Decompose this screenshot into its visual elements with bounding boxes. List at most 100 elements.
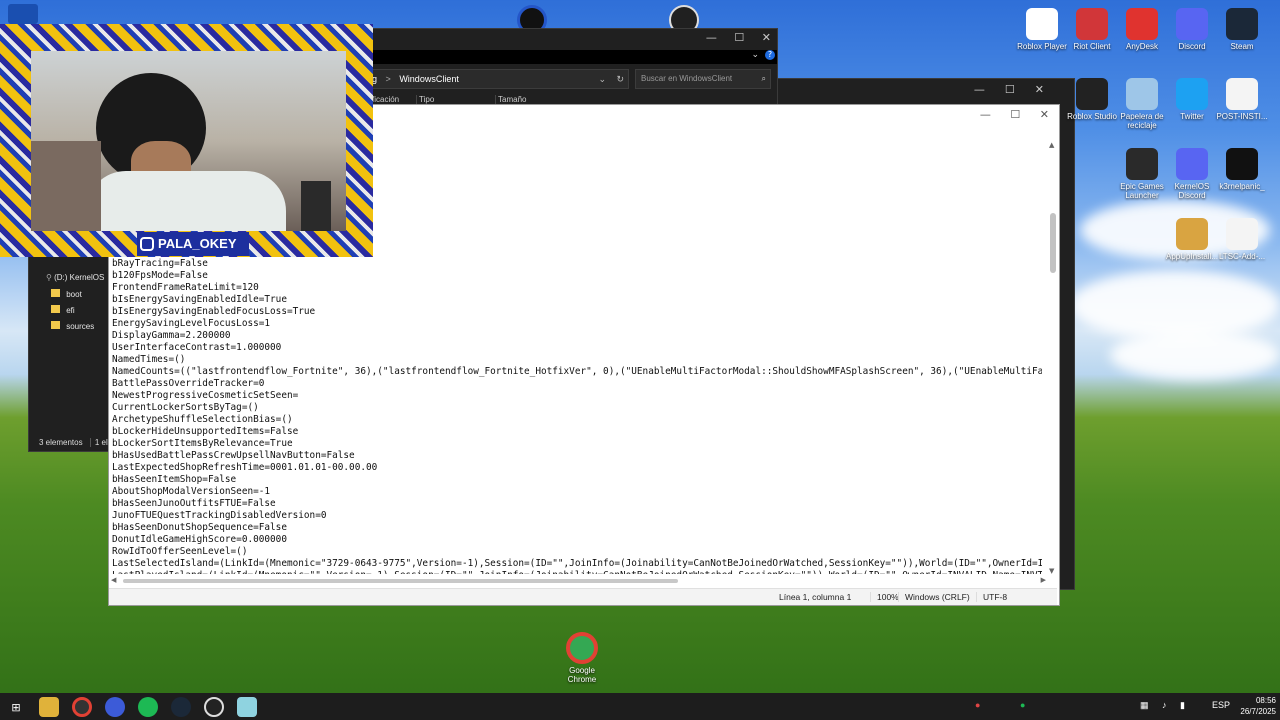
spotify-tray-icon[interactable]: ● bbox=[1020, 700, 1025, 710]
clock-date: 26/7/2025 bbox=[1240, 707, 1276, 716]
sidebar-item-label: sources bbox=[66, 322, 95, 331]
refresh-icon[interactable]: ↻ bbox=[616, 70, 624, 88]
app-shortcut-icon[interactable] bbox=[8, 4, 38, 24]
encoding[interactable]: UTF-8 bbox=[976, 592, 1007, 602]
desktop-icon[interactable]: Twitter bbox=[1164, 78, 1220, 121]
notepad-window-controls[interactable]: — ☐ ✕ bbox=[980, 108, 1049, 121]
desktop-icon-label: Discord bbox=[1178, 42, 1206, 51]
text-line: bLockerHideUnsupportedItems=False bbox=[112, 426, 299, 437]
text-line: bIsEnergySavingEnabledFocusLoss=True bbox=[112, 306, 316, 317]
desktop-icon[interactable]: Roblox Player bbox=[1014, 8, 1070, 51]
explorer-window-controls[interactable]: — ☐ ✕ bbox=[706, 31, 771, 44]
desktop-icon[interactable]: k3rnelpanic_ bbox=[1214, 148, 1270, 191]
roblox-icon bbox=[1026, 8, 1058, 40]
window-controls[interactable]: —☐✕ bbox=[974, 83, 1064, 96]
chevron-down-icon[interactable]: ⌄ bbox=[598, 70, 606, 88]
desktop-icon[interactable]: Discord bbox=[1164, 8, 1220, 51]
scroll-right-icon[interactable]: ▶ bbox=[1041, 576, 1046, 584]
tiktok-icon bbox=[1226, 148, 1258, 180]
column-header[interactable]: ficación bbox=[372, 95, 399, 104]
desktop-icon[interactable]: Roblox Studio bbox=[1064, 78, 1120, 121]
chevron-down-icon[interactable]: ⌄ bbox=[751, 50, 759, 60]
scroll-down-icon[interactable]: ▼ bbox=[1049, 567, 1054, 575]
notepad-icon[interactable] bbox=[237, 697, 257, 717]
close-button[interactable]: ✕ bbox=[1040, 108, 1049, 121]
scroll-up-icon[interactable]: ▲ bbox=[1049, 141, 1054, 149]
scroll-left-icon[interactable]: ◀ bbox=[111, 576, 116, 584]
steam-icon[interactable] bbox=[171, 697, 191, 717]
microphone-icon[interactable]: ● bbox=[975, 700, 980, 710]
desktop-icon[interactable]: Papelera de reciclaje bbox=[1114, 78, 1170, 130]
battery-icon[interactable]: ▮ bbox=[1180, 700, 1185, 711]
network-icon[interactable]: ▦ bbox=[1140, 700, 1149, 711]
sidebar-item-drive-d[interactable]: ⚲ (D:) KernelOS bbox=[46, 273, 104, 282]
desktop-icon-label: POST-INSTI... bbox=[1216, 112, 1268, 121]
text-line: LastExpectedShopRefreshTime=0001.01.01-0… bbox=[112, 462, 378, 473]
desktop-icon[interactable]: AnyDesk bbox=[1114, 8, 1170, 51]
desktop-icon[interactable]: Steam bbox=[1214, 8, 1270, 51]
breadcrumb[interactable]: WindowsClient bbox=[399, 74, 459, 84]
search-icon[interactable]: ⌕ bbox=[762, 70, 766, 88]
text-line: bLockerSortItemsByRelevance=True bbox=[112, 438, 293, 449]
desktop-icon[interactable]: AppUpInstall... bbox=[1164, 218, 1220, 261]
address-bar[interactable]: g > WindowsClient ⌄ ↻ bbox=[369, 69, 629, 89]
text-line: EnergySavingLevelFocusLoss=1 bbox=[112, 318, 271, 329]
sidebar-item-sources[interactable]: sources bbox=[51, 321, 94, 331]
sidebar-item-boot[interactable]: boot bbox=[51, 289, 82, 299]
zoom-level[interactable]: 100% bbox=[870, 592, 899, 602]
close-button[interactable]: ✕ bbox=[762, 31, 771, 44]
search-input[interactable]: Buscar en WindowsClient ⌕ bbox=[635, 69, 771, 89]
windows-start-icon[interactable]: ⊞ bbox=[6, 697, 26, 717]
twitter-icon bbox=[1176, 78, 1208, 110]
file-icon bbox=[1226, 218, 1258, 250]
drive-icon: ⚲ bbox=[46, 273, 52, 282]
desktop-icon[interactable]: Google Chrome bbox=[554, 632, 610, 684]
spotify-icon[interactable] bbox=[138, 697, 158, 717]
horizontal-scrollbar[interactable]: ◀ ▶ bbox=[111, 576, 1046, 585]
scrollbar-thumb[interactable] bbox=[1050, 213, 1056, 273]
maximize-button[interactable]: ☐ bbox=[1010, 108, 1020, 121]
text-line: bHasSeenDonutShopSequence=False bbox=[112, 522, 287, 533]
desktop-icon[interactable]: LTSC-Add-... bbox=[1214, 218, 1270, 261]
discord-icon bbox=[1176, 8, 1208, 40]
file-explorer-icon[interactable] bbox=[39, 697, 59, 717]
riot-icon bbox=[1076, 8, 1108, 40]
column-header[interactable]: Tipo bbox=[416, 95, 434, 104]
social-handle: PALA_OKEY bbox=[137, 232, 249, 256]
sidebar-item-efi[interactable]: efi bbox=[51, 305, 75, 315]
line-ending[interactable]: Windows (CRLF) bbox=[898, 592, 970, 602]
help-icon[interactable]: ? bbox=[765, 50, 775, 60]
clock[interactable]: 08:56 26/7/2025 bbox=[1232, 695, 1276, 717]
obs-icon[interactable] bbox=[204, 697, 224, 717]
text-line: bHasSeenItemShop=False bbox=[112, 474, 237, 485]
item-count: 3 elementos bbox=[39, 438, 83, 447]
desktop-icon-label: k3rnelpanic_ bbox=[1219, 182, 1265, 191]
minimize-button[interactable]: — bbox=[980, 108, 991, 121]
desktop-icon[interactable]: KernelOS Discord bbox=[1164, 148, 1220, 200]
desktop-icon-label: Papelera de reciclaje bbox=[1120, 112, 1164, 130]
text-editor[interactable]: bRayTracing=False b120FpsMode=False Fronte… bbox=[112, 258, 1042, 574]
minimize-button[interactable]: — bbox=[706, 31, 717, 44]
desktop-icon-label: Steam bbox=[1230, 42, 1254, 51]
text-line: bHasUsedBattlePassCrewUpsellNavButton=Fa… bbox=[112, 450, 355, 461]
volume-icon[interactable]: ♪ bbox=[1162, 700, 1167, 710]
desktop-icon-label: Epic Games Launcher bbox=[1120, 182, 1164, 200]
text-line: NamedTimes=() bbox=[112, 354, 186, 365]
sidebar-item-label: boot bbox=[66, 290, 82, 299]
desktop-icon[interactable]: Epic Games Launcher bbox=[1114, 148, 1170, 200]
sidebar-item-label: (D:) KernelOS bbox=[54, 273, 105, 282]
desktop-icon[interactable]: POST-INSTI... bbox=[1214, 78, 1270, 121]
chrome-icon[interactable] bbox=[72, 697, 92, 717]
ribbon-bar: ? ⌄ bbox=[369, 50, 777, 64]
handle-text: PALA_OKEY bbox=[158, 236, 237, 251]
maximize-button[interactable]: ☐ bbox=[734, 31, 744, 44]
chrome-profile-icon[interactable] bbox=[105, 697, 125, 717]
file-icon bbox=[1226, 78, 1258, 110]
roblox-studio-icon bbox=[1076, 78, 1108, 110]
text-line: BattlePassOverrideTracker=0 bbox=[112, 378, 265, 389]
scrollbar-thumb[interactable] bbox=[123, 579, 678, 583]
desktop-icon[interactable]: Riot Client bbox=[1064, 8, 1120, 51]
language-indicator[interactable]: ESP bbox=[1212, 700, 1230, 710]
vertical-scrollbar[interactable]: ▲ ▼ bbox=[1049, 141, 1057, 575]
column-header[interactable]: Tamaño bbox=[495, 95, 526, 104]
